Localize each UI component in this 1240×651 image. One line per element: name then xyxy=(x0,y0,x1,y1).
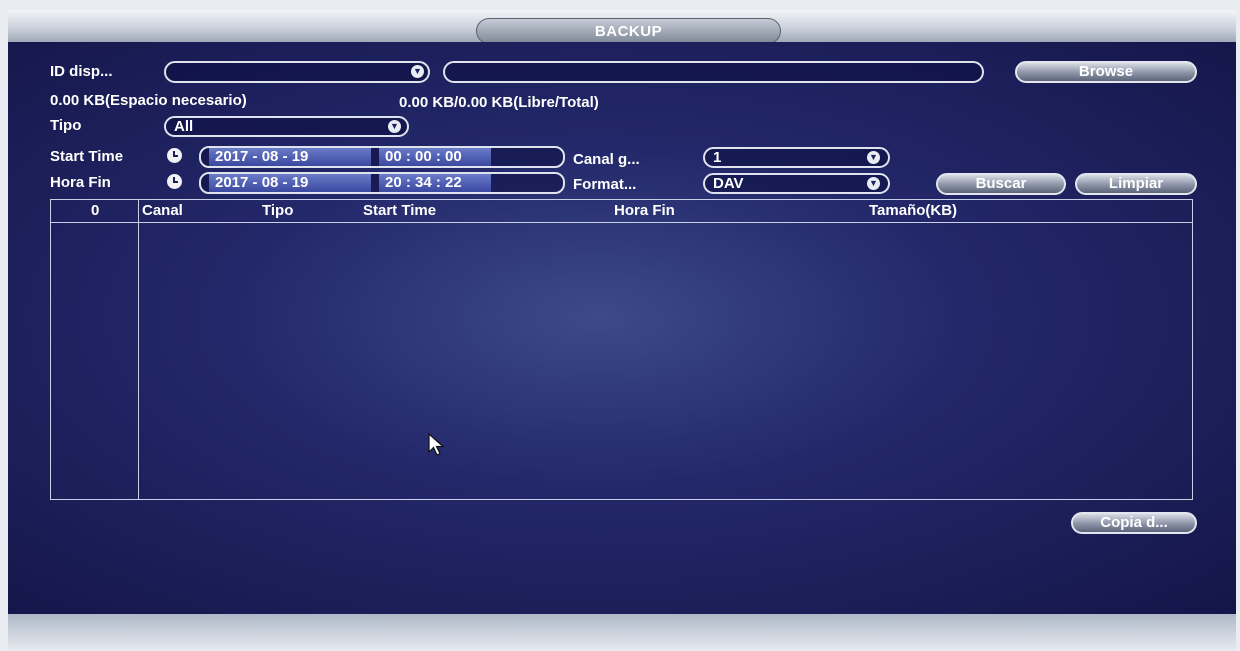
path-field[interactable] xyxy=(443,61,984,83)
table-header: 0 Canal Tipo Start Time Hora Fin Tamaño(… xyxy=(51,200,1192,223)
chevron-down-icon[interactable]: ▼ xyxy=(867,177,880,190)
end-datetime-field[interactable]: 2017 - 08 - 19 20 : 34 : 22 xyxy=(199,172,565,194)
bottom-bar xyxy=(8,614,1236,651)
type-select[interactable]: All xyxy=(164,116,409,137)
browse-button[interactable]: Browse xyxy=(1015,61,1197,83)
channel-label: Canal g... xyxy=(573,151,640,168)
start-time-value[interactable]: 00 : 00 : 00 xyxy=(379,148,491,166)
device-id-label: ID disp... xyxy=(50,63,113,80)
search-button[interactable]: Buscar xyxy=(936,173,1066,195)
channel-select[interactable]: 1 xyxy=(703,147,890,168)
header-channel[interactable]: Canal xyxy=(142,202,183,219)
column-divider xyxy=(138,200,139,499)
end-date-value[interactable]: 2017 - 08 - 19 xyxy=(209,174,371,192)
type-label: Tipo xyxy=(50,117,82,134)
end-time-label: Hora Fin xyxy=(50,174,111,191)
chevron-down-icon[interactable]: ▼ xyxy=(867,151,880,164)
space-needed-text: 0.00 KB(Espacio necesario) xyxy=(50,92,247,109)
clear-button[interactable]: Limpiar xyxy=(1075,173,1197,195)
header-size[interactable]: Tamaño(KB) xyxy=(869,202,957,219)
free-total-text: 0.00 KB/0.00 KB(Libre/Total) xyxy=(399,94,599,111)
start-datetime-field[interactable]: 2017 - 08 - 19 00 : 00 : 00 xyxy=(199,146,565,168)
header-count[interactable]: 0 xyxy=(91,202,99,219)
format-select[interactable]: DAV xyxy=(703,173,890,194)
start-time-label: Start Time xyxy=(50,148,124,165)
chevron-down-icon[interactable]: ▼ xyxy=(388,120,401,133)
format-label: Format... xyxy=(573,176,637,193)
clock-icon[interactable] xyxy=(167,174,182,189)
results-table: 0 Canal Tipo Start Time Hora Fin Tamaño(… xyxy=(50,199,1193,500)
end-time-value[interactable]: 20 : 34 : 22 xyxy=(379,174,491,192)
header-end-time[interactable]: Hora Fin xyxy=(614,202,675,219)
backup-screen: BACKUP ID disp... ▼ Browse 0.00 KB(Espac… xyxy=(0,0,1240,651)
title-bar: BACKUP xyxy=(8,10,1236,44)
header-type[interactable]: Tipo xyxy=(262,202,293,219)
backup-copy-button[interactable]: Copia d... xyxy=(1071,512,1197,534)
window-title: BACKUP xyxy=(476,18,781,44)
start-date-value[interactable]: 2017 - 08 - 19 xyxy=(209,148,371,166)
mouse-pointer-icon xyxy=(428,433,445,456)
chevron-down-icon[interactable]: ▼ xyxy=(411,65,424,78)
clock-icon[interactable] xyxy=(167,148,182,163)
device-id-select[interactable] xyxy=(164,61,430,83)
header-start-time[interactable]: Start Time xyxy=(363,202,436,219)
